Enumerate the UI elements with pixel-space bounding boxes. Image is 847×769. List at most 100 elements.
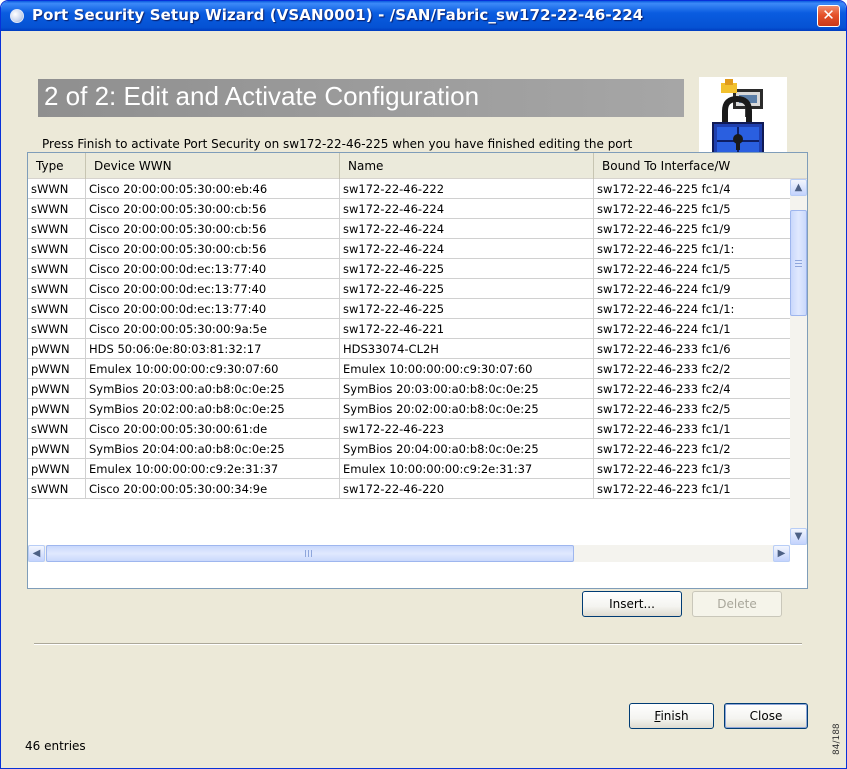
vertical-scrollbar[interactable]: ▲ ▼ xyxy=(790,179,807,545)
table-header: Type Device WWN Name Bound To Interface/… xyxy=(28,153,807,179)
app-icon xyxy=(10,9,24,23)
cell-bound-interface: sw172-22-46-225 fc1/1: xyxy=(597,242,735,256)
table-row[interactable]: sWWN Cisco 20:00:00:05:30:00:9a:5e sw172… xyxy=(28,319,790,339)
cell-bound-interface: sw172-22-46-223 fc1/3 xyxy=(597,462,731,476)
cell-name: SymBios 20:04:00:a0:b8:0c:0e:25 xyxy=(340,439,594,459)
horizontal-scroll-thumb[interactable] xyxy=(46,545,574,562)
column-header-name[interactable]: Name xyxy=(340,153,594,179)
cell-name: sw172-22-46-224 xyxy=(340,219,594,239)
table-row[interactable]: pWWN SymBios 20:03:00:a0:b8:0c:0e:25 Sym… xyxy=(28,379,790,399)
cell-bound-interface: sw172-22-46-233 fc1/1 xyxy=(597,422,731,436)
table-row[interactable]: sWWN Cisco 20:00:00:05:30:00:cb:56 sw172… xyxy=(28,239,790,259)
cell-device-wwn: SymBios 20:04:00:a0:b8:0c:0e:25 xyxy=(86,439,340,459)
cell-bound-interface: sw172-22-46-223 fc1/1 xyxy=(597,482,731,496)
cell-name: sw172-22-46-222 xyxy=(340,179,594,199)
grip-line xyxy=(311,550,312,557)
cell-type: pWWN xyxy=(28,339,86,359)
cell-name: Emulex 10:00:00:00:c9:30:07:60 xyxy=(340,359,594,379)
entry-count: 46 entries xyxy=(25,739,86,753)
scroll-right-button[interactable]: ▶ xyxy=(773,545,790,562)
cell-name: sw172-22-46-225 xyxy=(340,259,594,279)
cell-name: SymBios 20:03:00:a0:b8:0c:0e:25 xyxy=(340,379,594,399)
table-row[interactable]: pWWN HDS 50:06:0e:80:03:81:32:17 HDS3307… xyxy=(28,339,790,359)
chevron-up-icon: ▲ xyxy=(794,182,803,193)
close-button[interactable]: Close xyxy=(724,703,808,729)
cell-device-wwn: Cisco 20:00:00:05:30:00:34:9e xyxy=(86,479,340,499)
cell-name: sw172-22-46-223 xyxy=(340,419,594,439)
table-row[interactable]: pWWN Emulex 10:00:00:00:c9:30:07:60 Emul… xyxy=(28,359,790,379)
table-row[interactable]: pWWN Emulex 10:00:00:00:c9:2e:31:37 Emul… xyxy=(28,459,790,479)
finish-button[interactable]: Finish xyxy=(629,703,714,729)
cell-type: sWWN xyxy=(28,479,86,499)
cell-name: sw172-22-46-220 xyxy=(340,479,594,499)
horizontal-scrollbar[interactable]: ◀ ▶ xyxy=(28,545,790,562)
scroll-left-button[interactable]: ◀ xyxy=(28,545,45,562)
scroll-up-button[interactable]: ▲ xyxy=(790,179,807,196)
cell-type: sWWN xyxy=(28,239,86,259)
cell-device-wwn: SymBios 20:03:00:a0:b8:0c:0e:25 xyxy=(86,379,340,399)
cell-name: SymBios 20:02:00:a0:b8:0c:0e:25 xyxy=(340,399,594,419)
table-row[interactable]: sWWN Cisco 20:00:00:0d:ec:13:77:40 sw172… xyxy=(28,259,790,279)
cell-device-wwn: SymBios 20:02:00:a0:b8:0c:0e:25 xyxy=(86,399,340,419)
vertical-scroll-thumb[interactable] xyxy=(790,210,807,316)
cell-bound-interface: sw172-22-46-225 fc1/5 xyxy=(597,202,731,216)
cell-name: sw172-22-46-224 xyxy=(340,239,594,259)
cell-type: pWWN xyxy=(28,379,86,399)
cell-bound-interface: sw172-22-46-224 fc1/1: xyxy=(597,302,735,316)
column-header-type[interactable]: Type xyxy=(28,153,86,179)
column-header-device-wwn[interactable]: Device WWN xyxy=(86,153,340,179)
finish-label: inish xyxy=(660,709,689,723)
cell-device-wwn: Cisco 20:00:00:05:30:00:cb:56 xyxy=(86,239,340,259)
cell-type: sWWN xyxy=(28,199,86,219)
cell-device-wwn: Cisco 20:00:00:0d:ec:13:77:40 xyxy=(86,279,340,299)
cell-type: sWWN xyxy=(28,219,86,239)
cell-device-wwn: Cisco 20:00:00:05:30:00:9a:5e xyxy=(86,319,340,339)
chevron-down-icon: ▼ xyxy=(794,531,803,542)
cell-type: pWWN xyxy=(28,399,86,419)
step-header: 2 of 2: Edit and Activate Configuration xyxy=(38,79,684,117)
cell-bound-interface: sw172-22-46-223 fc1/2 xyxy=(597,442,731,456)
cell-bound-interface: sw172-22-46-225 fc1/9 xyxy=(597,222,731,236)
cell-type: sWWN xyxy=(28,419,86,439)
table-row[interactable]: sWWN Cisco 20:00:00:05:30:00:eb:46 sw172… xyxy=(28,179,790,199)
wizard-window: Port Security Setup Wizard (VSAN0001) - … xyxy=(0,0,847,769)
cell-type: sWWN xyxy=(28,299,86,319)
title-bar[interactable]: Port Security Setup Wizard (VSAN0001) - … xyxy=(1,1,846,31)
table-row[interactable]: sWWN Cisco 20:00:00:0d:ec:13:77:40 sw172… xyxy=(28,279,790,299)
cell-type: pWWN xyxy=(28,439,86,459)
table-body: sWWN Cisco 20:00:00:05:30:00:eb:46 sw172… xyxy=(28,179,790,499)
table-row[interactable]: sWWN Cisco 20:00:00:0d:ec:13:77:40 sw172… xyxy=(28,299,790,319)
table-row[interactable]: sWWN Cisco 20:00:00:05:30:00:34:9e sw172… xyxy=(28,479,790,499)
cell-bound-interface: sw172-22-46-233 fc1/6 xyxy=(597,342,731,356)
cell-device-wwn: Cisco 20:00:00:05:30:00:cb:56 xyxy=(86,219,340,239)
window-title: Port Security Setup Wizard (VSAN0001) - … xyxy=(32,6,644,24)
cell-device-wwn: Cisco 20:00:00:05:30:00:cb:56 xyxy=(86,199,340,219)
column-header-bound-interface[interactable]: Bound To Interface/W xyxy=(594,153,807,179)
grip-line xyxy=(795,266,802,267)
cell-name: sw172-22-46-225 xyxy=(340,299,594,319)
table-row[interactable]: sWWN Cisco 20:00:00:05:30:00:cb:56 sw172… xyxy=(28,199,790,219)
port-binding-table[interactable]: Type Device WWN Name Bound To Interface/… xyxy=(27,152,808,589)
cell-device-wwn: Emulex 10:00:00:00:c9:2e:31:37 xyxy=(86,459,340,479)
cell-device-wwn: Cisco 20:00:00:05:30:00:eb:46 xyxy=(86,179,340,199)
cell-type: sWWN xyxy=(28,279,86,299)
cell-name: sw172-22-46-225 xyxy=(340,279,594,299)
table-row[interactable]: sWWN Cisco 20:00:00:05:30:00:61:de sw172… xyxy=(28,419,790,439)
table-row[interactable]: pWWN SymBios 20:02:00:a0:b8:0c:0e:25 Sym… xyxy=(28,399,790,419)
footer-separator xyxy=(34,643,802,645)
table-row[interactable]: sWWN Cisco 20:00:00:05:30:00:cb:56 sw172… xyxy=(28,219,790,239)
window-close-button[interactable]: ✕ xyxy=(817,5,840,27)
grip-line xyxy=(795,263,802,264)
cell-bound-interface: sw172-22-46-233 fc2/2 xyxy=(597,362,731,376)
scroll-down-button[interactable]: ▼ xyxy=(790,528,807,545)
cell-type: sWWN xyxy=(28,319,86,339)
cell-type: pWWN xyxy=(28,459,86,479)
insert-button[interactable]: Insert... xyxy=(582,591,682,617)
delete-button[interactable]: Delete xyxy=(692,591,782,617)
cell-bound-interface: sw172-22-46-224 fc1/1 xyxy=(597,322,731,336)
grip-line xyxy=(308,550,309,557)
cell-name: sw172-22-46-224 xyxy=(340,199,594,219)
table-row[interactable]: pWWN SymBios 20:04:00:a0:b8:0c:0e:25 Sym… xyxy=(28,439,790,459)
cell-bound-interface: sw172-22-46-224 fc1/9 xyxy=(597,282,731,296)
cell-device-wwn: Cisco 20:00:00:0d:ec:13:77:40 xyxy=(86,259,340,279)
